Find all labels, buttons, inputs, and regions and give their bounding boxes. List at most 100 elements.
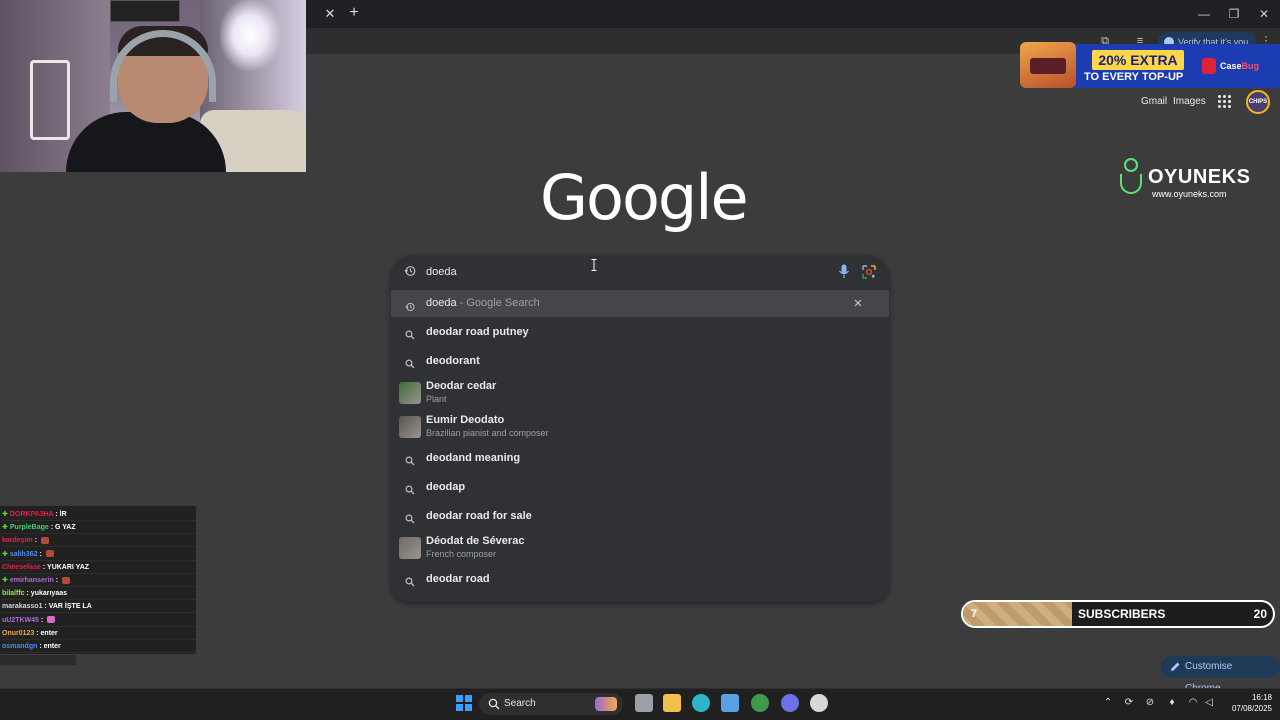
chat-message: ✚ emirhanserin : bbox=[2, 574, 196, 587]
microphone-icon[interactable]: ♦ bbox=[1166, 697, 1178, 709]
taskbar-discord-icon[interactable] bbox=[781, 694, 799, 712]
gmail-link[interactable]: Gmail bbox=[1141, 96, 1167, 108]
remove-suggestion-icon[interactable]: ✕ bbox=[852, 298, 864, 310]
suggestion-item[interactable]: deodar road for sale bbox=[391, 503, 889, 529]
taskbar-clock[interactable]: 16:18 07/08/2025 bbox=[1222, 692, 1272, 714]
suggestion-text: doeda - Google Search bbox=[426, 297, 540, 309]
suggestion-item[interactable]: deodand meaning bbox=[391, 445, 889, 471]
casebug-logo-icon bbox=[1202, 58, 1216, 74]
suggestion-thumbnail bbox=[399, 416, 421, 438]
chat-text: enter bbox=[40, 629, 58, 637]
chat-nickname: kardeşim bbox=[2, 537, 33, 545]
taskbar-chrome-icon[interactable] bbox=[751, 694, 769, 712]
suggestion-item[interactable]: doeda - Google Search ✕ bbox=[391, 290, 889, 317]
suggestion-title: Deodar cedar bbox=[426, 380, 497, 392]
minimize-icon[interactable]: — bbox=[1196, 6, 1212, 22]
sync-icon[interactable]: ⟳ bbox=[1123, 697, 1135, 709]
chat-nickname: uU2TKW45 bbox=[2, 616, 39, 624]
subscriber-badge-icon: ✚ bbox=[2, 577, 8, 584]
subscriber-goal-bar: 7 SUBSCRIBERS 20 bbox=[961, 600, 1275, 628]
suggestion-item[interactable]: deodorant bbox=[391, 348, 889, 374]
taskbar-search[interactable]: Search bbox=[479, 693, 623, 715]
suggestion-item[interactable]: deodar road bbox=[391, 566, 889, 592]
suggestion-text: deodar road putney bbox=[426, 325, 529, 338]
subscriber-goal: 20 bbox=[1253, 607, 1267, 621]
close-tab-icon[interactable]: ✕ bbox=[322, 6, 338, 22]
suggestion-title: Déodat de Séverac bbox=[426, 535, 525, 547]
subscriber-badge-icon: ✚ bbox=[2, 511, 8, 518]
taskbar-store-icon[interactable] bbox=[721, 694, 739, 712]
webcam-overlay bbox=[0, 0, 306, 172]
promo-headline: 20% EXTRA bbox=[1092, 50, 1184, 70]
start-button[interactable] bbox=[455, 694, 473, 712]
images-link[interactable]: Images bbox=[1173, 96, 1206, 108]
search-icon bbox=[405, 574, 415, 587]
show-hidden-icons-icon[interactable]: ⌃ bbox=[1102, 697, 1114, 709]
suggestion-text: deodorant bbox=[426, 354, 480, 367]
google-apps-icon[interactable] bbox=[1218, 95, 1232, 109]
clock-date: 07/08/2025 bbox=[1231, 704, 1272, 713]
taskbar-task-view-icon[interactable] bbox=[635, 694, 653, 712]
search-box: doeda - Google Search ✕ deodar road putney… bbox=[391, 255, 889, 602]
promo-subline: TO EVERY TOP-UP bbox=[1084, 71, 1184, 83]
suggestion-subtitle: French composer bbox=[426, 549, 497, 559]
suggestion-item[interactable]: Eumir Deodato Brazilian pianist and compo… bbox=[391, 411, 889, 443]
subscriber-badge-icon: ✚ bbox=[2, 550, 8, 558]
account-avatar[interactable]: CHIPS bbox=[1246, 90, 1270, 114]
notifications-off-icon[interactable]: ⊘ bbox=[1144, 697, 1156, 709]
google-logo: Google bbox=[540, 161, 749, 234]
suggestion-item[interactable]: Deodar cedar Plant bbox=[391, 377, 889, 409]
chat-nickname: bilalffc bbox=[2, 590, 25, 598]
close-window-icon[interactable]: ✕ bbox=[1256, 6, 1272, 22]
chat-text: yukarıyaas bbox=[30, 590, 67, 598]
oyuneks-logo: OYUNEKS www.oyuneks.com bbox=[1118, 156, 1250, 202]
chat-message: ✚ PurpleBage : G YAZ bbox=[2, 521, 196, 535]
restore-icon[interactable]: ❐ bbox=[1226, 6, 1242, 22]
taskbar-search-label: Search bbox=[504, 698, 536, 709]
suggestion-item[interactable]: Déodat de Séverac French composer bbox=[391, 532, 889, 564]
voice-search-icon[interactable] bbox=[838, 264, 850, 279]
chat-message: kardeşim : bbox=[2, 534, 196, 548]
taskbar-edge-icon[interactable] bbox=[692, 694, 710, 712]
history-icon bbox=[405, 299, 415, 311]
chat-emote-icon bbox=[45, 550, 54, 558]
pencil-icon bbox=[1171, 662, 1180, 671]
oyuneks-url: www.oyuneks.com bbox=[1152, 189, 1227, 199]
chat-nickname: Cheesefase bbox=[2, 563, 41, 571]
customise-chrome-button[interactable]: Customise Chrome bbox=[1161, 656, 1280, 694]
chat-nickname: PurpleBage bbox=[9, 524, 49, 532]
wifi-icon[interactable]: ◠ bbox=[1187, 697, 1199, 709]
subscriber-badge-icon: ✚ bbox=[2, 524, 8, 532]
suggestion-item[interactable]: deodap bbox=[391, 474, 889, 500]
subscriber-count: 7 bbox=[971, 608, 978, 620]
new-tab-icon[interactable]: + bbox=[346, 5, 362, 21]
suggestion-subtitle: Plant bbox=[426, 394, 447, 404]
chat-message: marakasso1 : VAR İŞTE LA bbox=[2, 600, 196, 614]
taskbar-obs-icon[interactable] bbox=[810, 694, 828, 712]
treasure-chest-icon bbox=[1020, 42, 1076, 88]
promo-brand: CaseBug bbox=[1220, 61, 1260, 71]
volume-icon[interactable]: ◁ bbox=[1203, 697, 1215, 709]
chat-message: Onur0123 : enter bbox=[2, 627, 196, 640]
search-icon bbox=[405, 327, 415, 340]
suggestion-text: deodand meaning bbox=[426, 451, 521, 464]
chat-message: ✚ salih362 : bbox=[2, 548, 196, 561]
sponsor-banner: 20% EXTRA TO EVERY TOP-UP CaseBug bbox=[1020, 40, 1280, 90]
search-input-row bbox=[391, 255, 889, 289]
taskbar-file-explorer-icon[interactable] bbox=[663, 694, 681, 712]
search-icon bbox=[405, 356, 415, 369]
chat-message: uU2TKW45 : bbox=[2, 614, 196, 627]
subscriber-progress-fill bbox=[963, 602, 1072, 626]
chat-text: İR bbox=[59, 511, 67, 518]
history-icon bbox=[404, 266, 416, 276]
chat-scrollbar bbox=[0, 655, 76, 665]
chat-nickname: DORKPA3HA bbox=[9, 511, 54, 518]
suggestion-item[interactable]: deodar road putney bbox=[391, 319, 889, 345]
subscriber-label: SUBSCRIBERS bbox=[1078, 607, 1166, 621]
chat-emote-icon bbox=[40, 537, 49, 545]
stream-chat: ✚ DORKPA3HA : İR ✚ PurpleBage : G YAZ kardeş… bbox=[0, 506, 196, 654]
search-input[interactable] bbox=[426, 264, 826, 280]
suggestion-subtitle: Brazilian pianist and composer bbox=[426, 428, 549, 438]
chat-message: Cheesefase : YUKARI YAZ bbox=[2, 561, 196, 574]
lens-search-icon[interactable] bbox=[862, 265, 876, 279]
